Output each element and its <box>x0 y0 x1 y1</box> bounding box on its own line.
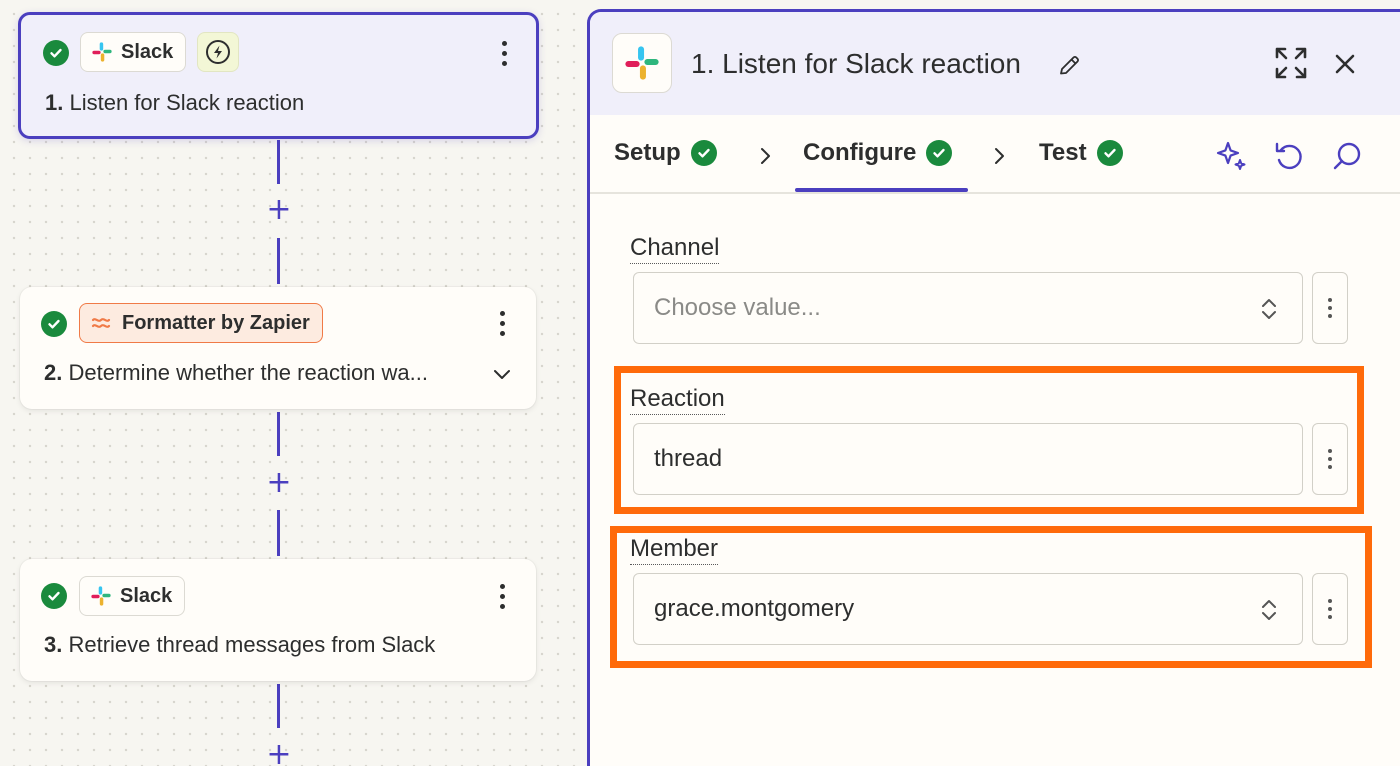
step-name: Retrieve thread messages from Slack <box>68 632 436 657</box>
field-label-reaction: Reaction <box>630 385 725 415</box>
step-menu-button[interactable] <box>492 37 516 69</box>
step-card-2[interactable]: Formatter by Zapier 2. Determine whether… <box>20 287 536 409</box>
panel-header: 1. Listen for Slack reaction <box>590 12 1400 115</box>
add-step-button[interactable]: + <box>265 468 293 498</box>
chevron-right-icon <box>761 148 770 164</box>
app-badge-formatter: Formatter by Zapier <box>79 303 323 343</box>
chevron-right-icon <box>995 148 1004 164</box>
step-card-1[interactable]: Slack 1. Listen for Slack reaction <box>18 12 539 139</box>
ai-sparkle-icon[interactable] <box>1214 138 1250 174</box>
add-step-button[interactable]: + <box>265 740 293 766</box>
app-logo <box>612 33 672 93</box>
step-name: Determine whether the reaction wa... <box>68 360 428 385</box>
formatter-icon <box>91 318 111 328</box>
slack-icon <box>91 586 111 606</box>
check-icon <box>926 140 953 166</box>
member-dropdown[interactable]: grace.montgomery <box>633 573 1303 645</box>
check-icon <box>41 311 67 337</box>
check-icon <box>1096 140 1123 166</box>
field-options-button[interactable] <box>1312 272 1348 344</box>
tab-label: Configure <box>803 139 917 166</box>
step-menu-button[interactable] <box>490 580 514 612</box>
step-editor-panel: 1. Listen for Slack reaction Setup Confi… <box>587 9 1400 766</box>
connector-line <box>277 412 280 456</box>
tab-configure[interactable]: Configure <box>803 139 953 167</box>
chevron-down-icon[interactable] <box>491 363 513 385</box>
connector-line <box>277 510 280 556</box>
app-badge-slack: Slack <box>80 32 187 72</box>
app-badge-slack: Slack <box>79 576 186 616</box>
field-options-button[interactable] <box>1312 573 1348 645</box>
workflow-canvas[interactable]: + + + Slack 1. Listen for Slack reaction… <box>0 0 588 766</box>
app-name: Formatter by Zapier <box>122 311 310 334</box>
step-name: Listen for Slack reaction <box>69 90 305 115</box>
step-title: 3. Retrieve thread messages from Slack <box>44 632 435 658</box>
field-options-button[interactable] <box>1312 423 1348 495</box>
app-name: Slack <box>121 40 174 63</box>
connector-line <box>277 140 280 184</box>
connector-line <box>277 238 280 284</box>
field-label-member: Member <box>630 535 719 565</box>
up-down-chevron-icon <box>1262 299 1276 319</box>
app-name: Slack <box>120 584 173 607</box>
expand-icon[interactable] <box>1274 46 1308 80</box>
tabs-divider <box>590 192 1400 194</box>
undo-icon[interactable] <box>1271 138 1307 174</box>
step-title: 2. Determine whether the reaction wa... <box>44 360 428 386</box>
connector-line <box>277 684 280 728</box>
step-card-3[interactable]: Slack 3. Retrieve thread messages from S… <box>20 559 536 681</box>
panel-title: 1. Listen for Slack reaction <box>691 48 1021 79</box>
step-title: 1. Listen for Slack reaction <box>45 90 304 116</box>
field-label-channel: Channel <box>630 234 720 264</box>
step-number: 2. <box>44 360 63 385</box>
pencil-icon[interactable] <box>1056 53 1082 79</box>
reaction-input[interactable]: thread <box>633 423 1303 495</box>
step-number: 3. <box>44 632 63 657</box>
check-icon <box>690 140 717 166</box>
trigger-badge <box>197 32 239 72</box>
lightning-bolt-icon <box>206 40 230 64</box>
tab-test[interactable]: Test <box>1039 139 1123 167</box>
tab-label: Test <box>1039 139 1087 166</box>
channel-placeholder: Choose value... <box>654 294 821 321</box>
channel-dropdown[interactable]: Choose value... <box>633 272 1303 344</box>
slack-icon <box>625 46 659 80</box>
step-menu-button[interactable] <box>490 307 514 339</box>
up-down-chevron-icon <box>1262 600 1276 620</box>
check-icon <box>43 40 69 66</box>
add-step-button[interactable]: + <box>265 195 293 225</box>
reaction-value: thread <box>654 445 723 472</box>
step-number: 1. <box>45 90 64 115</box>
comment-icon[interactable] <box>1329 138 1365 174</box>
tab-label: Setup <box>614 139 681 166</box>
check-icon <box>41 583 67 609</box>
close-icon[interactable] <box>1332 51 1358 77</box>
tab-setup[interactable]: Setup <box>614 139 717 167</box>
member-value: grace.montgomery <box>654 595 855 622</box>
slack-icon <box>92 42 112 62</box>
